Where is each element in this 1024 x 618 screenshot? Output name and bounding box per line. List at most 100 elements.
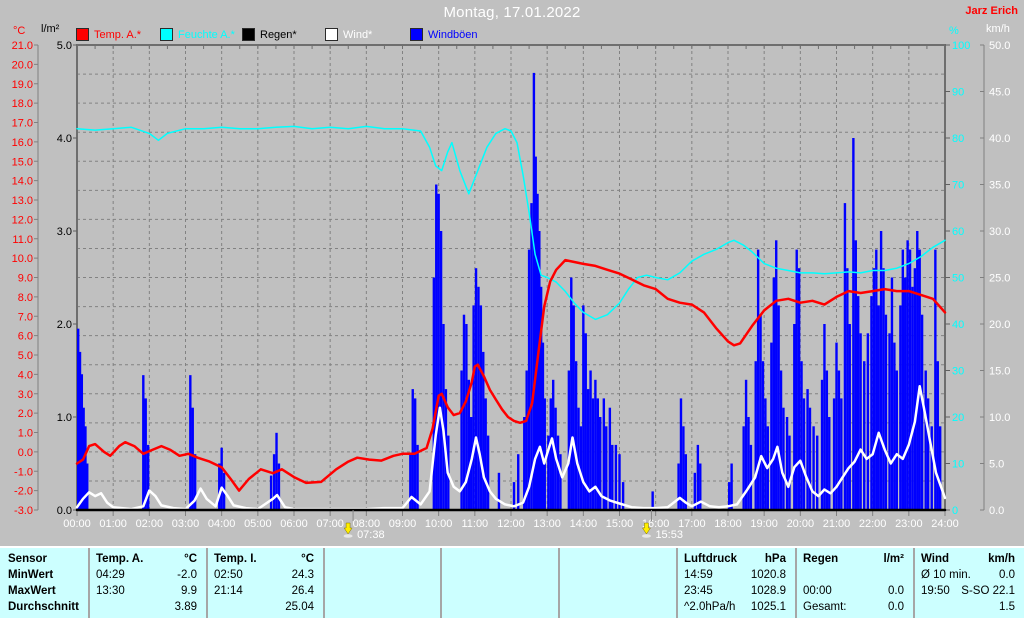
cell-time: Ø 10 min.: [921, 569, 971, 581]
x-axis-label: 12:00: [497, 518, 525, 530]
summary-table: Sensor MinWert MaxWert Durchschnitt Temp. A.…: [0, 546, 1024, 618]
wind-axis-label: 25.0: [989, 273, 1010, 285]
windgust-bar: [899, 305, 902, 510]
table-cell: 3.89: [90, 599, 206, 615]
windgust-bar: [86, 463, 89, 510]
windgust-bar: [679, 398, 683, 510]
rain-axis-label: 1.0: [57, 412, 72, 424]
windgust-bar: [895, 370, 898, 510]
temp-axis-label: 12.0: [12, 214, 33, 226]
cell-value: 25.04: [285, 601, 314, 613]
table-cell: [442, 567, 558, 583]
windgust-bar: [848, 324, 851, 510]
windgust-bar: [269, 475, 273, 510]
windgust-bar: [924, 370, 927, 510]
windgust-bar: [772, 277, 776, 510]
windgust-bar: [477, 286, 480, 510]
temp-axis-label: -3.0: [14, 505, 33, 517]
table-cell: 13:30 9.9: [90, 583, 206, 599]
temp-axis-label: 6.0: [18, 331, 33, 343]
table-cell: 02:50 24.3: [208, 567, 323, 583]
x-axis-label: 05:00: [244, 518, 272, 530]
windgust-bar: [936, 361, 939, 510]
windgust-bar: [142, 375, 145, 510]
table-column: Wind km/h Ø 10 min. 0.0 19:50 S-SO 22.1 1.5: [913, 548, 1024, 618]
x-axis-label: 03:00: [172, 518, 200, 530]
windgust-bar: [594, 379, 597, 510]
windgust-bar: [877, 305, 880, 510]
windgust-bar: [775, 240, 778, 511]
x-axis-label: 06:00: [280, 518, 308, 530]
temp-axis-label: 0.0: [18, 447, 33, 459]
windgust-bar: [486, 435, 490, 510]
cell-value: 9.9: [181, 585, 197, 597]
windgust-bar: [802, 398, 806, 510]
windgust-bar: [442, 324, 445, 510]
sensor-unit: km/h: [988, 553, 1015, 565]
table-cell: [560, 599, 676, 615]
windgust-bar: [432, 277, 436, 510]
windgust-bar: [884, 314, 888, 510]
windgust-bar: [913, 268, 917, 510]
table-column-header: [442, 551, 558, 567]
table-cell: 21:14 26.4: [208, 583, 323, 599]
wind-axis-label: 20.0: [989, 319, 1010, 331]
windgust-bar: [904, 277, 907, 510]
table-column: Regen l/m² 00:00 0.0 Gesamt: 0.0: [795, 548, 913, 618]
table-column-header: [325, 551, 440, 567]
wind-axis-label: 5.0: [989, 459, 1004, 471]
table-cell: [797, 567, 913, 583]
x-axis-label: 24:00: [931, 518, 959, 530]
x-axis-label: 21:00: [823, 518, 851, 530]
wind-axis-label: 0.0: [989, 505, 1004, 517]
windgust-bar: [808, 407, 812, 510]
windgust-bar: [872, 268, 876, 510]
table-cell: 04:29 -2.0: [90, 567, 206, 583]
windgust-bar: [467, 379, 471, 510]
x-axis-label: 04:00: [208, 518, 236, 530]
windgust-bar: [764, 398, 767, 510]
table-column-header: Temp. A. °C: [90, 551, 206, 567]
windgust-bar: [901, 249, 905, 510]
windgust-bar: [859, 333, 862, 510]
x-axis-label: 13:00: [533, 518, 561, 530]
temp-axis-label: 9.0: [18, 273, 33, 285]
cell-value: 1025.1: [750, 601, 786, 613]
table-row-label: MaxWert: [8, 585, 56, 597]
windgust-bar: [543, 398, 546, 510]
sensor-name: Wind: [921, 553, 949, 565]
temp-axis-label: 4.0: [18, 369, 33, 381]
windgust-bar: [911, 286, 914, 510]
table-row-label: MinWert: [8, 569, 54, 581]
windgust-bar: [893, 342, 896, 510]
windgust-bar: [875, 249, 878, 510]
windgust-bar: [677, 463, 680, 510]
cell-value: 1028.9: [750, 585, 786, 597]
table-row-label: Durchschnitt: [8, 601, 79, 613]
temp-axis-label: -1.0: [14, 466, 33, 478]
x-axis-label: 09:00: [389, 518, 417, 530]
windgust-bar: [854, 240, 857, 511]
humidity-axis-label: 0: [952, 505, 958, 517]
table-cell: [325, 567, 440, 583]
rain-axis-label: 2.0: [57, 319, 72, 331]
x-axis-label: 23:00: [895, 518, 923, 530]
table-cell: ^2.0hPa/h 1025.1: [678, 599, 795, 615]
windgust-bar: [747, 417, 750, 510]
windgust-bar: [837, 370, 841, 510]
sensor-unit: °C: [184, 553, 197, 565]
windgust-bar: [618, 454, 621, 510]
sun-marker-time: 15:53: [655, 529, 683, 541]
table-row-label: Sensor: [8, 553, 47, 565]
temp-axis-label: 15.0: [12, 156, 33, 168]
cell-value: S-SO 22.1: [961, 585, 1015, 597]
table-cell: 25.04: [208, 599, 323, 615]
sensor-name: Temp. A.: [96, 553, 144, 565]
sensor-name: Luftdruck: [684, 553, 738, 565]
windgust-bar: [474, 268, 478, 510]
table-column: [440, 548, 558, 618]
cell-time: 23:45: [684, 585, 713, 597]
windgust-bar: [777, 305, 780, 510]
windgust-bar: [272, 454, 276, 510]
windgust-bar: [517, 454, 520, 510]
